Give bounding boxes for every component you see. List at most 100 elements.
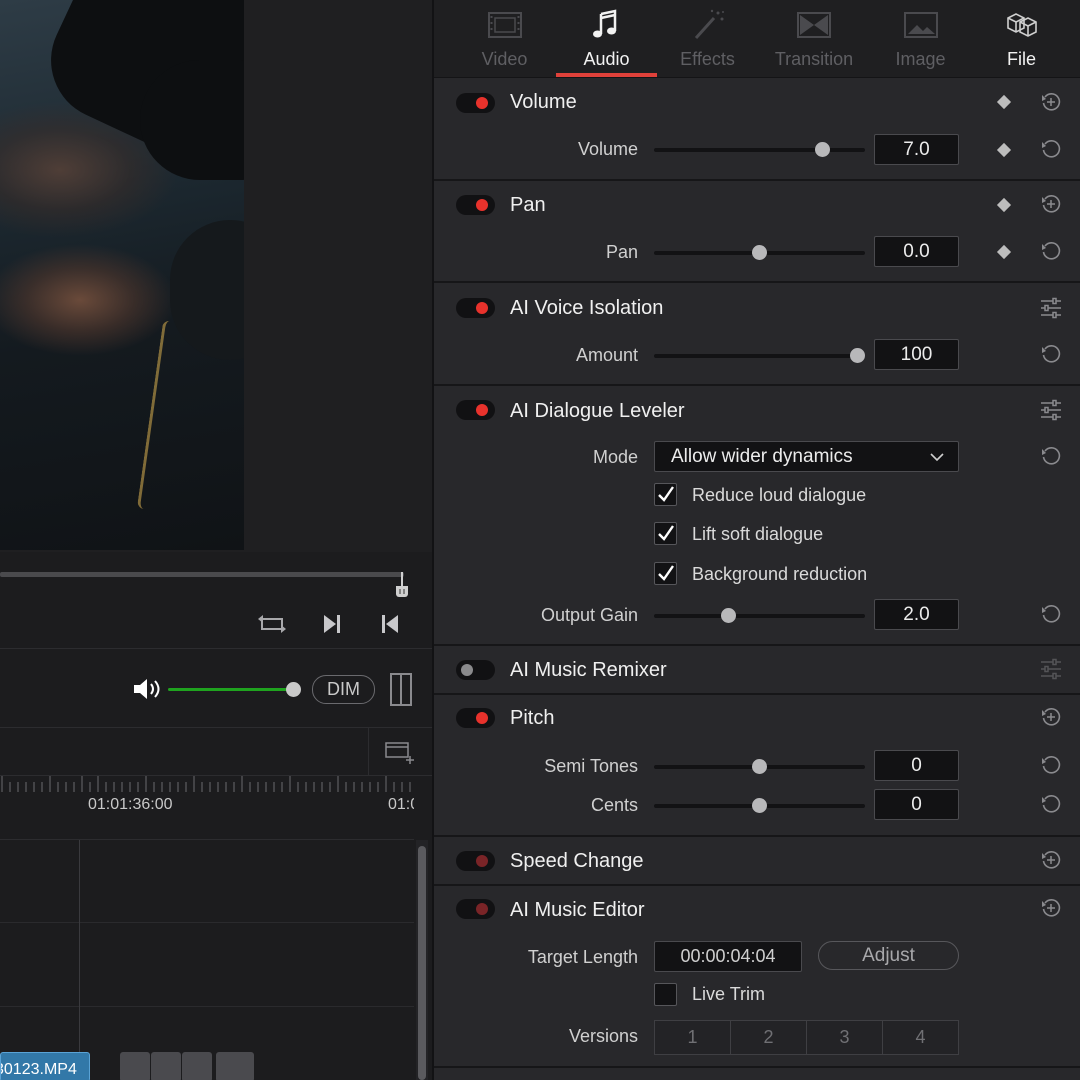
reset-icon[interactable] (1040, 603, 1062, 625)
reset-icon[interactable] (1040, 793, 1062, 815)
audio-meter-icon[interactable] (390, 673, 412, 706)
music-editor-toggle[interactable] (456, 899, 495, 919)
tab-label: Image (895, 49, 946, 69)
check-label: Live Trim (692, 984, 766, 1004)
playhead-handle-icon[interactable] (394, 572, 410, 598)
tab-transition[interactable]: Transition (758, 0, 870, 78)
row-label: Target Length (527, 947, 638, 967)
loop-icon[interactable] (256, 610, 288, 638)
reset-icon[interactable] (1040, 754, 1062, 776)
semitones-value[interactable]: 0 (874, 750, 959, 781)
reset-plus-icon[interactable] (1040, 849, 1062, 871)
section-title: AI Music Remixer (510, 659, 667, 681)
timeline-clip[interactable] (120, 1052, 150, 1080)
dialogue-leveler-toggle[interactable] (456, 400, 495, 420)
timeline-tracks[interactable] (0, 840, 414, 1080)
timeline-playhead (79, 840, 80, 1080)
film-icon (487, 12, 522, 38)
video-preview[interactable] (0, 0, 244, 550)
timeline-ruler[interactable]: 01:01:36:00 01:0 (0, 776, 414, 840)
volume-value[interactable]: 7.0 (874, 134, 959, 165)
tab-audio[interactable]: Audio (556, 0, 657, 78)
settings-sliders-icon[interactable] (1040, 399, 1062, 421)
checkmark-icon (658, 525, 674, 541)
reset-plus-icon[interactable] (1040, 193, 1062, 215)
reset-plus-icon[interactable] (1040, 897, 1062, 919)
target-length-input[interactable]: 00:00:04:04 (654, 941, 802, 972)
timeline-scrollbar-thumb[interactable] (418, 846, 426, 1080)
section-pan: Pan Pan 0.0 (434, 181, 1080, 283)
keyframe-icon[interactable] (996, 142, 1012, 158)
reset-icon[interactable] (1040, 343, 1062, 365)
tab-file[interactable]: File (971, 0, 1072, 78)
voice-isolation-toggle[interactable] (456, 298, 495, 318)
dim-button[interactable]: DIM (312, 675, 375, 704)
row-label: Amount (575, 345, 638, 365)
version-button[interactable]: 3 (807, 1021, 883, 1054)
row-label: Semi Tones (544, 756, 638, 776)
pan-value[interactable]: 0.0 (874, 236, 959, 267)
timeline-clip[interactable] (182, 1052, 212, 1080)
row-label: Versions (568, 1026, 638, 1046)
version-button[interactable]: 4 (883, 1021, 958, 1054)
tab-label: Audio (583, 49, 630, 69)
background-reduction-checkbox[interactable] (654, 562, 677, 585)
timeline-clip[interactable] (216, 1052, 254, 1080)
amount-value[interactable]: 100 (874, 339, 959, 370)
settings-sliders-icon[interactable] (1040, 658, 1062, 680)
reduce-loud-checkbox[interactable] (654, 483, 677, 506)
volume-slider[interactable] (654, 148, 865, 152)
settings-sliders-icon[interactable] (1040, 297, 1062, 319)
timeline-header (0, 728, 432, 776)
speaker-icon[interactable] (132, 677, 162, 701)
timeline-clip[interactable]: 30123.MP4 (0, 1052, 90, 1080)
output-gain-slider-knob[interactable] (720, 608, 736, 623)
section-voice-isolation: AI Voice Isolation Amount 100 (434, 283, 1080, 386)
skip-to-start-icon[interactable] (374, 610, 406, 638)
reset-icon[interactable] (1040, 445, 1062, 467)
cents-slider-knob[interactable] (752, 798, 767, 813)
reset-icon[interactable] (1040, 138, 1062, 160)
reset-plus-icon[interactable] (1040, 706, 1062, 728)
tab-video[interactable]: Video (454, 0, 555, 78)
live-trim-checkbox[interactable] (654, 983, 677, 1006)
master-volume-slider[interactable] (168, 688, 294, 691)
version-button[interactable]: 1 (655, 1021, 731, 1054)
section-music-remixer: AI Music Remixer (434, 646, 1080, 695)
version-button[interactable]: 2 (731, 1021, 807, 1054)
timecode-label: 01:0 (388, 796, 414, 813)
section-volume: Volume Volume 7.0 (434, 78, 1080, 181)
pan-slider-knob[interactable] (752, 245, 767, 260)
pitch-toggle[interactable] (456, 708, 495, 728)
volume-slider-knob[interactable] (814, 142, 830, 157)
section-speed-change: Speed Change (434, 837, 1080, 886)
output-gain-slider[interactable] (654, 614, 865, 618)
checkmark-icon (658, 486, 674, 502)
timeline-clip[interactable] (151, 1052, 181, 1080)
amount-slider[interactable] (654, 354, 865, 358)
mode-dropdown[interactable]: Allow wider dynamics (654, 441, 959, 472)
cents-value[interactable]: 0 (874, 789, 959, 820)
scrub-bar[interactable] (0, 572, 404, 577)
amount-slider-knob[interactable] (850, 348, 865, 363)
next-frame-icon[interactable] (316, 610, 348, 638)
keyframe-icon[interactable] (996, 197, 1012, 213)
tab-image[interactable]: Image (870, 0, 971, 78)
pan-toggle[interactable] (456, 195, 495, 215)
tab-effects[interactable]: Effects (657, 0, 758, 78)
add-track-icon[interactable] (384, 740, 416, 764)
output-gain-value[interactable]: 2.0 (874, 599, 959, 630)
master-volume-knob[interactable] (286, 682, 301, 697)
volume-toggle[interactable] (456, 93, 495, 113)
file-boxes-icon (1006, 13, 1037, 37)
semitones-slider-knob[interactable] (752, 759, 767, 774)
music-remixer-toggle[interactable] (456, 660, 495, 680)
reset-plus-icon[interactable] (1040, 91, 1062, 113)
keyframe-icon[interactable] (996, 94, 1012, 110)
keyframe-icon[interactable] (996, 244, 1012, 260)
viewer-panel (0, 0, 432, 552)
lift-soft-checkbox[interactable] (654, 522, 677, 545)
adjust-button[interactable]: Adjust (818, 941, 959, 970)
speed-change-toggle[interactable] (456, 851, 495, 871)
reset-icon[interactable] (1040, 240, 1062, 262)
